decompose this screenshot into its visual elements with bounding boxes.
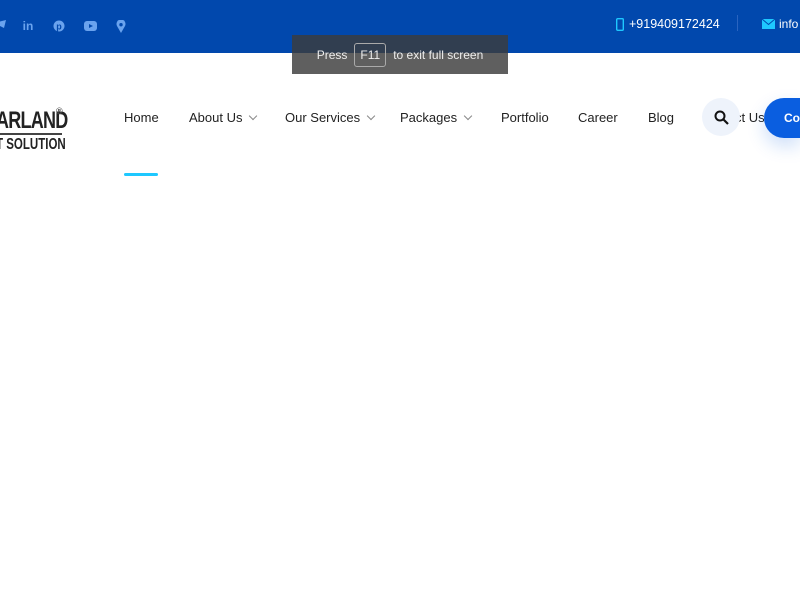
nav-label: About Us	[189, 110, 243, 125]
search-icon	[714, 110, 729, 125]
divider	[737, 15, 738, 31]
search-button[interactable]	[702, 98, 740, 136]
twitter-icon[interactable]	[0, 18, 8, 34]
logo[interactable]: ARLAND ® T SOLUTION	[0, 106, 106, 153]
email-address: info	[779, 17, 799, 31]
nav-about-us[interactable]: About Us	[189, 110, 258, 125]
logo-tagline: T SOLUTION	[0, 136, 66, 153]
nav-label: Portfolio	[501, 110, 549, 125]
logo-text: ARLAND	[0, 109, 68, 135]
nav-label: Blog	[648, 110, 675, 125]
registered-mark: ®	[56, 106, 63, 116]
nav-packages[interactable]: Packages	[400, 110, 473, 125]
fullscreen-notice: Press F11 to exit full screen	[292, 35, 508, 74]
nav-label: Our Services	[285, 110, 361, 125]
email-link[interactable]: info	[762, 17, 798, 31]
nav-label: Career	[578, 110, 618, 125]
nav-label: Packages	[400, 110, 458, 125]
svg-text:p: p	[56, 22, 62, 32]
chevron-down-icon	[249, 111, 258, 121]
youtube-icon[interactable]	[82, 18, 98, 34]
nav-portfolio[interactable]: Portfolio	[501, 110, 549, 125]
cta-button[interactable]: Co	[764, 98, 800, 138]
key-badge: F11	[354, 42, 387, 67]
chevron-down-icon	[366, 111, 376, 121]
nav-our-services[interactable]: Our Services	[285, 110, 376, 125]
chevron-down-icon	[463, 111, 473, 121]
phone-number: +919409172424	[629, 17, 720, 31]
phone-icon	[616, 17, 624, 31]
phone-link[interactable]: +919409172424	[616, 17, 720, 31]
mail-icon	[762, 19, 775, 29]
location-pin-icon[interactable]	[113, 18, 129, 34]
active-nav-indicator	[124, 173, 158, 176]
notice-text: to exit full screen	[393, 47, 484, 62]
nav-blog[interactable]: Blog	[648, 110, 674, 125]
nav-home[interactable]: Home	[124, 110, 159, 125]
linkedin-icon[interactable]: in	[20, 18, 36, 34]
nav-label: Home	[124, 110, 159, 125]
pinterest-icon[interactable]: p	[51, 18, 67, 34]
notice-text: Press	[316, 47, 348, 62]
nav-career[interactable]: Career	[578, 110, 618, 125]
